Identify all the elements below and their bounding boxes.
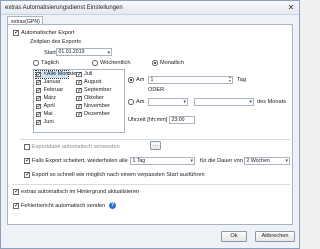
month-checkbox[interactable] xyxy=(35,102,41,109)
divider xyxy=(12,184,290,185)
am2-label: Am xyxy=(136,99,145,105)
time-label: Uhrzeit [hh:mm] xyxy=(128,117,168,123)
start-date-value: 01.01.2019 xyxy=(58,49,85,55)
export-send-settings-button[interactable]: … xyxy=(150,140,161,150)
months-list[interactable]: <Alle Monate> Januar Februar März April … xyxy=(33,69,125,133)
month-label: Juni xyxy=(43,119,54,126)
start-label: Start xyxy=(44,49,56,56)
month-checkbox[interactable] xyxy=(35,110,41,117)
chevron-down-icon[interactable]: ▾ xyxy=(183,99,186,105)
week-ordinal-dropdown[interactable]: ▾ xyxy=(148,97,188,106)
retry-duration-dropdown[interactable]: 2 Wochen ▾ xyxy=(244,156,290,165)
retry-checkbox[interactable] xyxy=(24,157,30,164)
radio-daily-label: Täglich xyxy=(41,60,60,66)
duration-label: für die Dauer von xyxy=(200,158,243,164)
month-label: Mai xyxy=(43,111,53,118)
radio-weekly[interactable] xyxy=(92,60,98,66)
export-send-checkbox[interactable] xyxy=(24,144,30,150)
divider xyxy=(20,139,290,140)
retry-duration-value: 2 Wochen xyxy=(246,157,270,164)
chevron-down-icon[interactable]: ▾ xyxy=(249,99,252,105)
auto-export-checkbox[interactable] xyxy=(13,29,19,36)
title-bar: extras Automatisierungsdienst Einstellun… xyxy=(1,1,299,15)
month-checkbox[interactable] xyxy=(35,86,41,93)
month-label: <Alle Monate> xyxy=(43,71,80,78)
month-label: Juli xyxy=(84,71,93,78)
month-label: April xyxy=(43,103,55,110)
month-checkbox[interactable] xyxy=(76,70,82,77)
radio-monthly-label: Monatlich xyxy=(160,60,184,66)
schedule-heading: Zeitplan des Exports xyxy=(30,39,81,45)
am-label: Am xyxy=(136,77,145,83)
window-title: extras Automatisierungsdienst Einstellun… xyxy=(5,4,123,11)
retry-interval-value: 1 Tag xyxy=(132,157,146,164)
month-label: Dezember xyxy=(84,111,110,118)
time-value: 23:00 xyxy=(171,116,185,123)
error-report-label: Fehlerbericht automatisch senden xyxy=(21,203,106,209)
month-label: November xyxy=(84,103,110,110)
time-field[interactable]: 23:00 xyxy=(169,115,195,124)
month-checkbox[interactable] xyxy=(76,94,82,101)
background-update-label: extras automatisch im Hintergrund aktual… xyxy=(21,189,140,195)
month-checkbox[interactable] xyxy=(35,94,41,101)
month-label: Februar xyxy=(43,87,64,94)
day-number-value: 1 xyxy=(150,76,154,83)
close-icon[interactable]: ✕ xyxy=(286,3,296,12)
radio-weekly-label: Wöchentlich xyxy=(100,60,131,66)
month-checkbox[interactable] xyxy=(76,78,82,85)
tag-label: Tag xyxy=(237,77,247,83)
day-number-field[interactable]: 1 ▲ ▼ xyxy=(148,75,233,84)
retry-label: Falls Export scheitert, wiederholen alle xyxy=(32,158,128,164)
weekday-dropdown[interactable]: ▾ xyxy=(194,97,254,106)
export-send-label: Exportdatei automatisch versenden xyxy=(32,144,120,150)
month-label: September xyxy=(84,87,112,94)
spinner-icon[interactable]: ▲ ▼ xyxy=(228,77,231,83)
radio-weekday-of-month[interactable] xyxy=(128,99,134,105)
catch-up-checkbox[interactable] xyxy=(24,171,30,178)
month-label: März xyxy=(43,95,56,102)
month-checkbox[interactable] xyxy=(35,78,41,85)
des-monats-label: des Monats xyxy=(257,99,286,105)
chevron-down-icon[interactable]: ▾ xyxy=(190,158,193,164)
ellipsis-icon: … xyxy=(152,141,159,148)
month-label: Januar xyxy=(43,79,61,86)
month-checkbox[interactable] xyxy=(76,110,82,117)
tab-panel: Automatischer Export Zeitplan des Export… xyxy=(7,24,293,225)
cancel-button[interactable]: Abbrechen xyxy=(255,231,295,242)
month-checkbox[interactable] xyxy=(76,86,82,93)
chevron-down-icon[interactable]: ▾ xyxy=(107,50,110,56)
month-label: Oktober xyxy=(84,95,104,102)
oder-label: ODER xyxy=(148,87,165,93)
radio-daily[interactable] xyxy=(33,60,39,66)
month-label: August xyxy=(84,79,102,86)
month-checkbox[interactable] xyxy=(35,70,41,77)
retry-interval-dropdown[interactable]: 1 Tag ▾ xyxy=(130,156,195,165)
month-checkbox[interactable] xyxy=(76,102,82,109)
error-report-checkbox[interactable] xyxy=(13,202,19,209)
background-update-checkbox[interactable] xyxy=(13,188,19,195)
catch-up-label: Export so schnell wie möglich nach einem… xyxy=(32,172,205,178)
chevron-down-icon[interactable]: ▾ xyxy=(285,158,288,164)
auto-export-label: Automatischer Export xyxy=(21,30,75,36)
radio-monthly[interactable] xyxy=(152,60,158,66)
start-date-field[interactable]: 01.01.2019 ▾ xyxy=(56,48,112,56)
help-icon[interactable]: ? xyxy=(109,202,116,209)
settings-window: extras Automatisierungsdienst Einstellun… xyxy=(0,0,300,249)
radio-day-of-month[interactable] xyxy=(128,77,134,83)
month-checkbox[interactable] xyxy=(35,118,41,125)
ok-button[interactable]: Ok xyxy=(221,231,247,242)
